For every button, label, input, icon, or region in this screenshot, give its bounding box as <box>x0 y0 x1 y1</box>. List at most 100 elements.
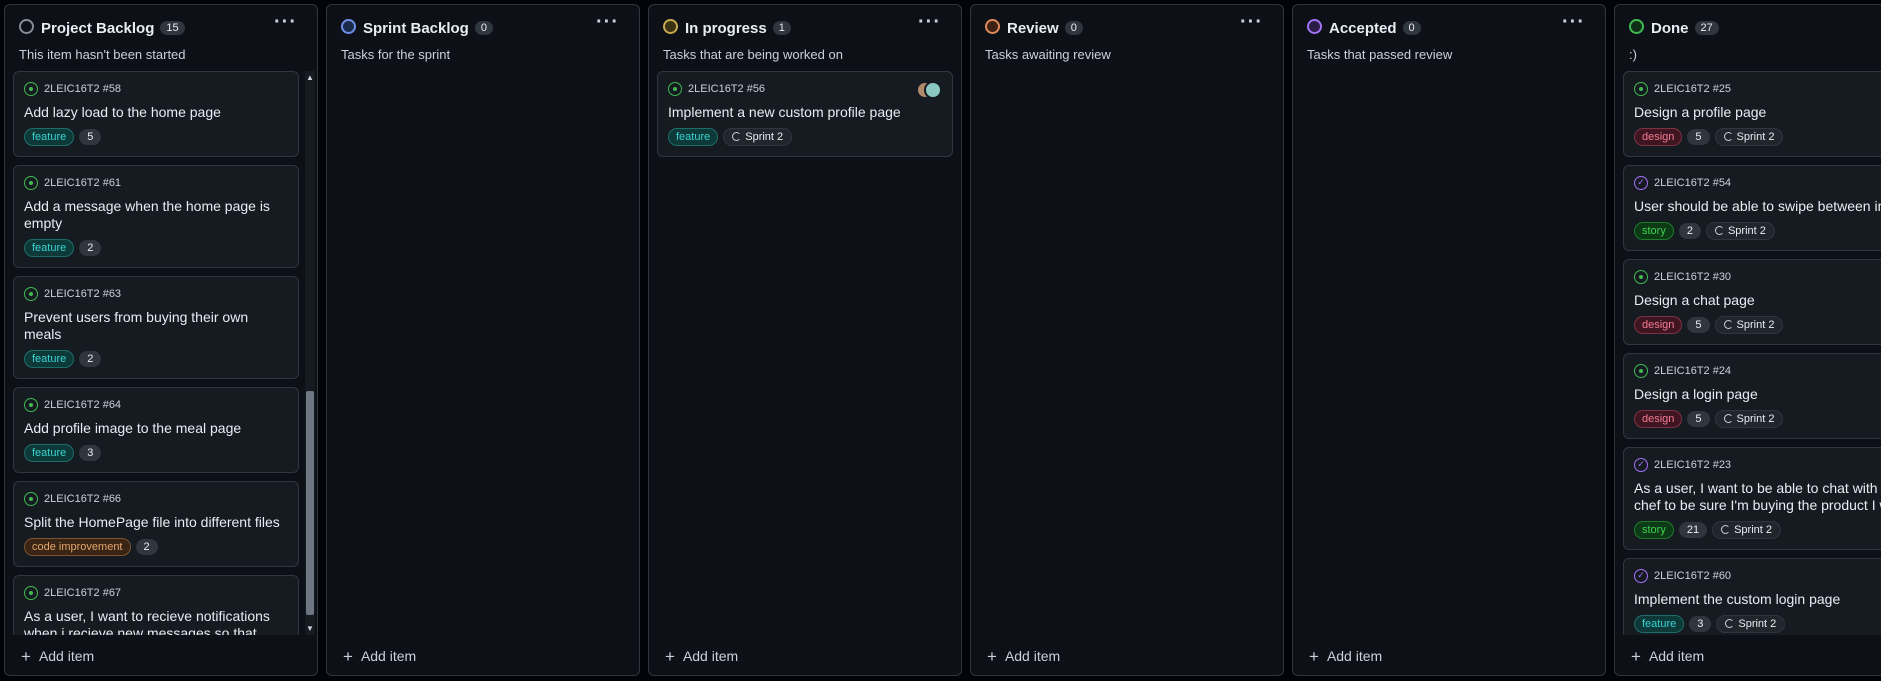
issue-card[interactable]: 2LEIC16T2 #64 Add profile image to the m… <box>13 387 299 473</box>
add-item-button[interactable]: + Add item <box>21 647 94 667</box>
points-badge: 21 <box>1678 522 1708 538</box>
column-menu-button[interactable]: ··· <box>918 12 941 32</box>
issue-title[interactable]: Implement the custom login page <box>1634 591 1881 608</box>
sprint-badge[interactable]: Sprint 2 <box>1705 222 1775 240</box>
column-description: Tasks that passed review <box>1307 47 1453 62</box>
add-item-button[interactable]: + Add item <box>665 647 738 667</box>
issue-ref: 2LEIC16T2 #63 <box>44 288 122 300</box>
plus-icon: + <box>343 647 353 666</box>
issue-ref: 2LEIC16T2 #64 <box>44 399 122 411</box>
label-tag[interactable]: story <box>1634 521 1674 539</box>
label-tag[interactable]: code improvement <box>24 538 131 556</box>
add-item-button[interactable]: + Add item <box>343 647 416 667</box>
label-tag[interactable]: feature <box>668 128 719 146</box>
column-in-progress: In progress 1 ··· Tasks that are being wo… <box>648 4 962 676</box>
iteration-icon <box>1721 525 1731 534</box>
column-title: Sprint Backlog 0 <box>363 20 493 37</box>
issue-card[interactable]: 2LEIC16T2 #25 Design a profile page desi… <box>1623 71 1881 157</box>
issue-title[interactable]: Split the HomePage file into different f… <box>24 514 288 531</box>
points-badge: 5 <box>1687 411 1710 427</box>
issue-card[interactable]: 2LEIC16T2 #56 Implement a new custom pro… <box>657 71 953 157</box>
issue-card[interactable]: 2LEIC16T2 #61 Add a message when the hom… <box>13 165 299 268</box>
open-issue-icon <box>24 176 38 190</box>
issue-ref: 2LEIC16T2 #61 <box>44 177 122 189</box>
add-item-button[interactable]: + Add item <box>1309 647 1382 667</box>
status-circle-icon <box>985 19 1000 34</box>
sprint-badge[interactable]: Sprint 2 <box>1714 410 1784 428</box>
assignee-avatar[interactable] <box>924 81 942 99</box>
column-review: Review 0 ··· Tasks awaiting review + Add i… <box>970 4 1284 676</box>
sprint-badge[interactable]: Sprint 2 <box>1716 615 1786 633</box>
plus-icon: + <box>987 647 997 666</box>
column-header: Review 0 ··· Tasks awaiting review <box>971 5 1283 69</box>
column-menu-button[interactable]: ··· <box>1240 12 1263 32</box>
column-count-badge: 27 <box>1694 21 1719 35</box>
scrollbar[interactable]: ▲ ▼ <box>305 71 315 635</box>
open-issue-icon <box>24 82 38 96</box>
column-items: 2LEIC16T2 #58 Add lazy load to the home … <box>13 71 299 635</box>
sprint-badge[interactable]: Sprint 2 <box>723 128 793 146</box>
issue-ref: 2LEIC16T2 #54 <box>1654 177 1732 189</box>
column-count-badge: 0 <box>1402 21 1421 35</box>
iteration-icon <box>732 132 742 141</box>
issue-ref: 2LEIC16T2 #67 <box>44 587 122 599</box>
label-tag[interactable]: design <box>1634 128 1683 146</box>
add-item-button[interactable]: + Add item <box>987 647 1060 667</box>
add-item-button[interactable]: + Add item <box>1631 647 1704 667</box>
label-tag[interactable]: feature <box>24 128 75 146</box>
open-issue-icon <box>1634 364 1648 378</box>
issue-title[interactable]: Implement a new custom profile page <box>668 104 942 121</box>
column-menu-button[interactable]: ··· <box>596 12 619 32</box>
issue-card[interactable]: 2LEIC16T2 #63 Prevent users from buying … <box>13 276 299 379</box>
issue-card[interactable]: 2LEIC16T2 #30 Design a chat page design 5… <box>1623 259 1881 345</box>
sprint-badge[interactable]: Sprint 2 <box>1714 128 1784 146</box>
label-tag[interactable]: story <box>1634 222 1674 240</box>
sprint-badge[interactable]: Sprint 2 <box>1714 316 1784 334</box>
column-count-badge: 1 <box>772 21 791 35</box>
label-tag[interactable]: feature <box>24 239 75 257</box>
iteration-icon <box>1723 414 1733 423</box>
label-tag[interactable]: design <box>1634 316 1683 334</box>
label-tag[interactable]: design <box>1634 410 1683 428</box>
issue-card[interactable]: ✓ 2LEIC16T2 #23 As a user, I want to be a… <box>1623 447 1881 550</box>
issue-card[interactable]: 2LEIC16T2 #66 Split the HomePage file in… <box>13 481 299 567</box>
issue-title[interactable]: As a user, I want to recieve notificatio… <box>24 608 288 635</box>
issue-card[interactable]: 2LEIC16T2 #58 Add lazy load to the home … <box>13 71 299 157</box>
column-title: Accepted 0 <box>1329 20 1421 37</box>
scroll-up-arrow-icon[interactable]: ▲ <box>305 73 315 82</box>
issue-title[interactable]: User should be able to swipe between ima… <box>1634 198 1881 215</box>
open-issue-icon <box>24 287 38 301</box>
column-menu-button[interactable]: ··· <box>274 12 297 32</box>
issue-title[interactable]: Prevent users from buying their own meal… <box>24 309 288 343</box>
label-tag[interactable]: feature <box>1634 615 1685 633</box>
issue-title[interactable]: Design a chat page <box>1634 292 1881 309</box>
column-count-badge: 0 <box>474 21 493 35</box>
sprint-badge[interactable]: Sprint 2 <box>1712 521 1782 539</box>
issue-title[interactable]: Add profile image to the meal page <box>24 420 288 437</box>
scrollbar-thumb[interactable] <box>306 391 314 615</box>
issue-title[interactable]: Add lazy load to the home page <box>24 104 288 121</box>
issue-card[interactable]: ✓ 2LEIC16T2 #60 Implement the custom logi… <box>1623 558 1881 635</box>
iteration-icon <box>1725 619 1735 628</box>
column-description: Tasks for the sprint <box>341 47 451 62</box>
plus-icon: + <box>665 647 675 666</box>
issue-card[interactable]: 2LEIC16T2 #67 As a user, I want to recie… <box>13 575 299 635</box>
column-header: Project Backlog 15 ··· This item hasn't b… <box>5 5 317 69</box>
issue-title[interactable]: As a user, I want to be able to chat wit… <box>1634 480 1881 514</box>
scroll-down-arrow-icon[interactable]: ▼ <box>305 624 315 633</box>
open-issue-icon <box>24 586 38 600</box>
issue-card[interactable]: ✓ 2LEIC16T2 #54 User should be able to sw… <box>1623 165 1881 251</box>
column-menu-button[interactable]: ··· <box>1562 12 1585 32</box>
label-tag[interactable]: feature <box>24 444 75 462</box>
issue-ref: 2LEIC16T2 #25 <box>1654 83 1732 95</box>
column-title: Review 0 <box>1007 20 1083 37</box>
label-tag[interactable]: feature <box>24 350 75 368</box>
issue-title[interactable]: Add a message when the home page is empt… <box>24 198 288 232</box>
status-circle-icon <box>1307 19 1322 34</box>
column-footer: + Add item <box>1615 637 1881 675</box>
issue-title[interactable]: Design a profile page <box>1634 104 1881 121</box>
issue-card[interactable]: 2LEIC16T2 #24 Design a login page design… <box>1623 353 1881 439</box>
issue-title[interactable]: Design a login page <box>1634 386 1881 403</box>
plus-icon: + <box>21 647 31 666</box>
column-description: This item hasn't been started <box>19 47 186 62</box>
